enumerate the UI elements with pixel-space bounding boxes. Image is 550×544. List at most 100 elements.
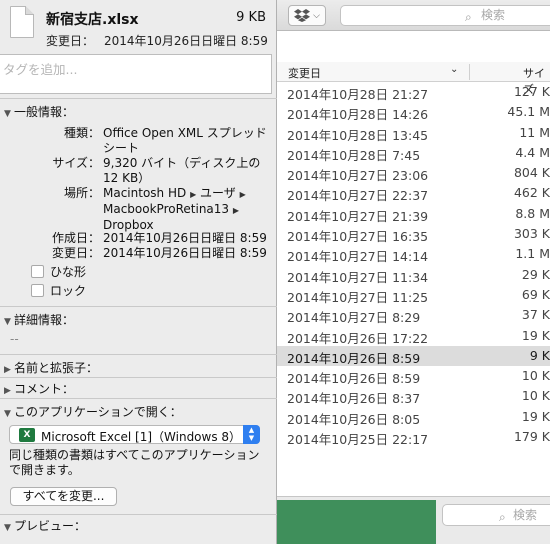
- disclosure-open-icon: ▼: [4, 523, 11, 533]
- tags-input[interactable]: タグを追加...: [0, 54, 272, 94]
- file-list-row[interactable]: 2014年10月26日 8:37 10 K: [276, 386, 550, 406]
- row-size: 19 K: [521, 408, 550, 424]
- file-list-row[interactable]: 2014年10月27日 23:06 804 K: [276, 163, 550, 183]
- where-label: 場所：: [63, 186, 100, 200]
- file-list-row[interactable]: 2014年10月28日 21:27 127 K: [276, 82, 550, 102]
- section-general[interactable]: ▼ 一般情報：: [0, 103, 277, 120]
- row-date-modified: 2014年10月26日 8:59: [287, 350, 421, 366]
- header-modified-value: 2014年10月26日日曜日 8:59: [104, 34, 268, 48]
- header-modified-label: 変更日：: [46, 34, 95, 48]
- disclosure-open-icon: ▼: [4, 409, 11, 419]
- row-date-modified: 2014年10月27日 23:06: [287, 168, 429, 184]
- file-list-row[interactable]: 2014年10月28日 7:45 4.4 M: [276, 143, 550, 163]
- dropbox-icon: [294, 9, 311, 22]
- path-volume: Macintosh HD: [103, 186, 187, 200]
- background-window-strip: [276, 500, 436, 544]
- section-open-with[interactable]: ▼ このアプリケーションで開く：: [0, 403, 277, 420]
- bottom-search-field[interactable]: ⌕ 検索: [442, 504, 550, 526]
- file-size: 9 KB: [236, 10, 266, 25]
- section-open-with-title: このアプリケーションで開く：: [14, 405, 182, 419]
- file-list-row[interactable]: 2014年10月27日 21:39 8.8 M: [276, 204, 550, 224]
- disclosure-closed-icon: ▶: [4, 365, 11, 375]
- row-size: 10 K: [521, 368, 550, 384]
- section-comments-title: コメント：: [14, 382, 75, 396]
- dropbox-menu-button[interactable]: ⌵: [288, 5, 326, 26]
- finder-search-field[interactable]: ⌕ 検索: [340, 5, 550, 26]
- divider: [0, 354, 277, 355]
- row-size: 9 K: [529, 347, 550, 363]
- row-size: 8.8 M: [515, 205, 550, 221]
- checkbox-box[interactable]: [31, 284, 44, 297]
- file-list-row[interactable]: 2014年10月26日 8:59 10 K: [276, 366, 550, 386]
- divider: [0, 98, 277, 99]
- size-value: 9,320 バイト（ディスク上の 12 KB）: [103, 156, 261, 185]
- file-list-row[interactable]: 2014年10月25日 22:17 179 K: [276, 427, 550, 447]
- divider: [0, 306, 277, 307]
- file-list-row[interactable]: 2014年10月26日 8:59 9 K: [276, 345, 550, 367]
- tags-placeholder: タグを追加...: [3, 62, 78, 77]
- section-more-info[interactable]: ▼ 詳細情報：: [0, 311, 277, 328]
- popup-arrows-icon: ▲ ▼: [243, 425, 260, 444]
- file-list-row[interactable]: 2014年10月26日 17:22 19 K: [276, 326, 550, 346]
- finder-file-list: 2014年10月28日 21:27 127 K 2014年10月28日 14:26 4…: [276, 82, 550, 447]
- row-date-modified: 2014年10月25日 22:17: [287, 432, 429, 448]
- where-row: 場所： Macintosh HD ▶ ユーザ ▶ MacbookProRetin…: [0, 186, 277, 233]
- row-size: 179 K: [513, 429, 550, 445]
- row-date-modified: 2014年10月27日 21:39: [287, 208, 429, 224]
- divider: [0, 377, 277, 378]
- file-list-row[interactable]: 2014年10月27日 14:14 1.1 M: [276, 244, 550, 264]
- row-size: 127 K: [513, 84, 550, 99]
- finder-toolbar: ⌵ ⌕ 検索: [276, 0, 550, 31]
- chevron-down-icon: ⌵: [313, 10, 320, 21]
- file-list-row[interactable]: 2014年10月27日 11:25 69 K: [276, 285, 550, 305]
- section-more-info-title: 詳細情報：: [14, 313, 75, 327]
- excel-app-icon: X: [19, 428, 35, 442]
- row-size: 45.1 M: [507, 104, 550, 120]
- checkbox-box[interactable]: [31, 265, 44, 278]
- row-date-modified: 2014年10月27日 11:25: [287, 289, 429, 305]
- size-row: サイズ： 9,320 バイト（ディスク上の 12 KB）: [0, 156, 277, 186]
- search-icon: ⌕: [499, 510, 506, 524]
- file-list-row[interactable]: 2014年10月26日 8:05 19 K: [276, 407, 550, 427]
- disclosure-open-icon: ▼: [4, 109, 11, 119]
- open-with-popup[interactable]: X Microsoft Excel [1]（Windows 8） ▲ ▼: [9, 425, 260, 444]
- where-path: Macintosh HD ▶ ユーザ ▶ MacbookProRetina13 …: [103, 186, 268, 233]
- finder-column-header: 変更日 ⌄ サイズ: [276, 62, 550, 96]
- size-label: サイズ：: [52, 156, 100, 170]
- modified-label: 変更日：: [51, 246, 100, 260]
- row-date-modified: 2014年10月28日 13:45: [287, 127, 429, 143]
- column-separator[interactable]: [469, 64, 470, 80]
- locked-checkbox[interactable]: ロック: [31, 282, 86, 299]
- file-list-row[interactable]: 2014年10月28日 14:26 45.1 M: [276, 102, 550, 122]
- row-date-modified: 2014年10月27日 8:29: [287, 310, 421, 326]
- column-date-modified[interactable]: 変更日: [288, 65, 321, 81]
- section-name-extension[interactable]: ▶ 名前と拡張子：: [0, 359, 277, 376]
- row-size: 1.1 M: [515, 246, 550, 262]
- created-value: 2014年10月26日日曜日 8:59: [103, 231, 267, 245]
- path-separator-icon: ▶: [232, 206, 240, 215]
- row-size: 37 K: [521, 307, 550, 323]
- row-date-modified: 2014年10月28日 14:26: [287, 107, 429, 123]
- file-list-row[interactable]: 2014年10月27日 16:35 303 K: [276, 224, 550, 244]
- document-icon: [10, 6, 34, 38]
- file-list-row[interactable]: 2014年10月27日 22:37 462 K: [276, 183, 550, 203]
- path-separator-icon: ▶: [190, 190, 197, 199]
- row-date-modified: 2014年10月27日 14:14: [287, 249, 429, 265]
- more-info-value: --: [10, 332, 19, 346]
- row-date-modified: 2014年10月28日 21:27: [287, 87, 429, 102]
- open-with-note: 同じ種類の書類はすべてこのアプリケーションで開きます。: [9, 448, 260, 477]
- stationery-label: ひな形: [50, 265, 87, 279]
- file-list-row[interactable]: 2014年10月27日 11:34 29 K: [276, 265, 550, 285]
- kind-label: 種類：: [63, 126, 100, 140]
- divider: [0, 514, 277, 515]
- file-list-row[interactable]: 2014年10月27日 8:29 37 K: [276, 305, 550, 325]
- change-all-button[interactable]: すべてを変更...: [10, 487, 117, 506]
- path-folder-dropbox: Dropbox: [103, 218, 154, 232]
- row-size: 462 K: [513, 185, 550, 201]
- section-preview[interactable]: ▼ プレビュー：: [0, 517, 277, 534]
- get-info-panel: 新宿支店.xlsx 9 KB 変更日： 2014年10月26日日曜日 8:59 タ…: [0, 0, 277, 544]
- file-list-row[interactable]: 2014年10月28日 13:45 11 M: [276, 123, 550, 143]
- section-comments[interactable]: ▶ コメント：: [0, 380, 277, 397]
- disclosure-closed-icon: ▶: [4, 386, 11, 396]
- stationery-checkbox[interactable]: ひな形: [31, 263, 86, 280]
